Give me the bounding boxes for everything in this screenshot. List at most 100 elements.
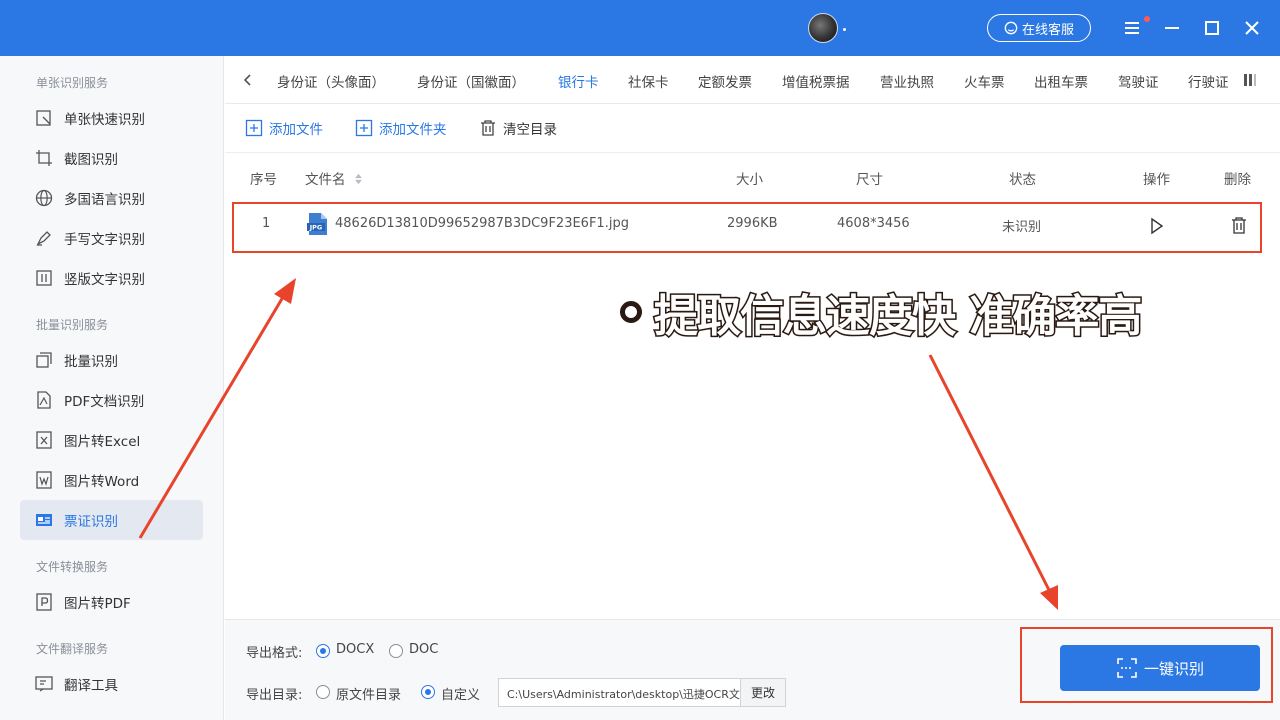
row-size: 2996KB bbox=[727, 216, 778, 231]
sidebar-item-excel[interactable]: 图片转Excel bbox=[20, 420, 203, 460]
sidebar-item-label: 单张快速识别 bbox=[64, 112, 145, 128]
sidebar-item-label: 图片转PDF bbox=[64, 596, 131, 612]
sidebar-item-batch[interactable]: 批量识别 bbox=[20, 340, 203, 380]
clear-list-button[interactable]: 清空目录 bbox=[479, 118, 557, 138]
format-doc-label[interactable]: DOC bbox=[409, 642, 438, 657]
pen-icon bbox=[34, 228, 54, 248]
scan-icon bbox=[1117, 658, 1137, 678]
sidebar-item-pdf[interactable]: PDF文档识别 bbox=[20, 380, 203, 420]
sidebar-item-label: 图片转Word bbox=[64, 474, 140, 490]
sidebar-item-label: 批量识别 bbox=[64, 354, 118, 370]
sidebar-item-label: 截图识别 bbox=[64, 152, 118, 168]
add-file-icon bbox=[245, 119, 263, 137]
promo-bullet bbox=[620, 301, 642, 323]
header-dimension: 尺寸 bbox=[856, 172, 883, 188]
export-format-label: 导出格式: bbox=[246, 646, 303, 661]
format-docx-label[interactable]: DOCX bbox=[336, 642, 374, 657]
minimize-button[interactable] bbox=[1160, 16, 1184, 40]
tab-train-ticket[interactable]: 火车票 bbox=[964, 71, 1005, 91]
tab-id-front[interactable]: 身份证（头像面） bbox=[277, 71, 385, 91]
recognize-label: 一键识别 bbox=[1143, 659, 1204, 678]
dir-source-label[interactable]: 原文件目录 bbox=[336, 684, 401, 703]
batch-icon bbox=[34, 350, 54, 370]
add-folder-icon bbox=[355, 119, 373, 137]
vertical-text-icon bbox=[34, 268, 54, 288]
sidebar-group-convert: 文件转换服务 bbox=[36, 560, 109, 574]
header-filename[interactable]: 文件名 bbox=[305, 168, 363, 188]
row-status: 未识别 bbox=[1002, 220, 1042, 235]
sidebar-item-multilang[interactable]: 多国语言识别 bbox=[20, 178, 203, 218]
sidebar-item-image-pdf[interactable]: 图片转PDF bbox=[20, 582, 203, 622]
export-path-field[interactable]: C:\Users\Administrator\desktop\迅捷OCR文 bbox=[498, 678, 741, 707]
hamburger-icon bbox=[1125, 22, 1139, 34]
word-icon bbox=[34, 470, 54, 490]
header-status: 状态 bbox=[1009, 172, 1036, 188]
dir-custom-label[interactable]: 自定义 bbox=[441, 684, 480, 703]
clear-list-label: 清空目录 bbox=[503, 122, 557, 138]
header-index: 序号 bbox=[250, 172, 277, 188]
excel-icon bbox=[34, 430, 54, 450]
more-tabs-icon[interactable] bbox=[1243, 72, 1257, 88]
format-doc-radio[interactable] bbox=[389, 644, 403, 658]
header-action: 操作 bbox=[1143, 172, 1170, 188]
menu-button[interactable] bbox=[1120, 16, 1144, 40]
tab-bank-card[interactable]: 银行卡 bbox=[558, 71, 599, 91]
add-folder-label: 添加文件夹 bbox=[379, 122, 447, 138]
online-support-button[interactable]: 在线客服 bbox=[987, 14, 1091, 42]
close-icon bbox=[1245, 21, 1259, 35]
format-docx-radio[interactable] bbox=[316, 644, 330, 658]
sidebar-item-handwriting[interactable]: 手写文字识别 bbox=[20, 218, 203, 258]
tab-business-license[interactable]: 营业执照 bbox=[880, 71, 934, 91]
chevron-left-icon[interactable] bbox=[240, 72, 256, 88]
add-file-label: 添加文件 bbox=[269, 122, 323, 138]
trash-icon bbox=[481, 120, 495, 136]
sidebar-item-label: 图片转Excel bbox=[64, 434, 141, 450]
quick-scan-icon bbox=[34, 108, 54, 128]
tab-vat-invoice[interactable]: 增值税票据 bbox=[782, 71, 850, 91]
sidebar-item-ticket[interactable]: 票证识别 bbox=[20, 500, 203, 540]
translate-icon bbox=[34, 674, 54, 694]
dir-custom-radio[interactable] bbox=[421, 685, 435, 699]
promo-overlay: 提取信息速度快 准确率高 bbox=[620, 280, 1144, 344]
tab-social-card[interactable]: 社保卡 bbox=[628, 71, 669, 91]
arrow-to-recognize-button bbox=[928, 354, 1058, 610]
row-filename[interactable]: 48626D13810D99652987B3DC9F23E6F1.jpg bbox=[335, 216, 629, 231]
ticket-type-tabs: 身份证（头像面） 身份证（国徽面） 银行卡 社保卡 定额发票 增值税票据 营业执… bbox=[225, 56, 1280, 104]
title-bar: 在线客服 bbox=[0, 0, 1280, 56]
add-file-button[interactable]: 添加文件 bbox=[245, 118, 323, 138]
sidebar-group-batch: 批量识别服务 bbox=[36, 318, 109, 332]
dir-source-radio[interactable] bbox=[316, 685, 330, 699]
change-dir-button[interactable]: 更改 bbox=[740, 678, 786, 707]
minimize-icon bbox=[1165, 27, 1179, 29]
user-avatar[interactable] bbox=[808, 13, 838, 43]
tab-id-back[interactable]: 身份证（国徽面） bbox=[417, 71, 525, 91]
sidebar-item-word[interactable]: 图片转Word bbox=[20, 460, 203, 500]
one-click-recognize-button[interactable]: 一键识别 bbox=[1060, 645, 1260, 691]
svg-text:JPG: JPG bbox=[309, 224, 323, 232]
header-size: 大小 bbox=[736, 172, 763, 188]
sidebar-item-label: 竖版文字识别 bbox=[64, 272, 145, 288]
pdf-icon bbox=[34, 390, 54, 410]
delete-row-icon[interactable] bbox=[1230, 216, 1248, 235]
sidebar-item-quick-scan[interactable]: 单张快速识别 bbox=[20, 98, 203, 138]
maximize-button[interactable] bbox=[1200, 16, 1224, 40]
tab-quota-invoice[interactable]: 定额发票 bbox=[698, 71, 752, 91]
row-index: 1 bbox=[262, 216, 271, 231]
row-dimension: 4608*3456 bbox=[837, 216, 910, 231]
sidebar-item-vertical-text[interactable]: 竖版文字识别 bbox=[20, 258, 203, 298]
ticket-icon bbox=[34, 510, 54, 530]
image-pdf-icon bbox=[34, 592, 54, 612]
play-icon[interactable] bbox=[1149, 217, 1165, 235]
add-folder-button[interactable]: 添加文件夹 bbox=[355, 118, 447, 138]
tab-vehicle-license[interactable]: 行驶证 bbox=[1188, 71, 1229, 91]
maximize-icon bbox=[1205, 21, 1219, 35]
tab-driver-license[interactable]: 驾驶证 bbox=[1118, 71, 1159, 91]
tab-taxi-ticket[interactable]: 出租车票 bbox=[1034, 71, 1088, 91]
sidebar-item-label: 多国语言识别 bbox=[64, 192, 145, 208]
close-button[interactable] bbox=[1240, 16, 1264, 40]
sidebar-item-screenshot[interactable]: 截图识别 bbox=[20, 138, 203, 178]
globe-icon bbox=[34, 188, 54, 208]
active-tab-indicator bbox=[558, 44, 598, 46]
sort-icon bbox=[354, 173, 362, 185]
sidebar-item-translate[interactable]: 翻译工具 bbox=[20, 664, 203, 704]
